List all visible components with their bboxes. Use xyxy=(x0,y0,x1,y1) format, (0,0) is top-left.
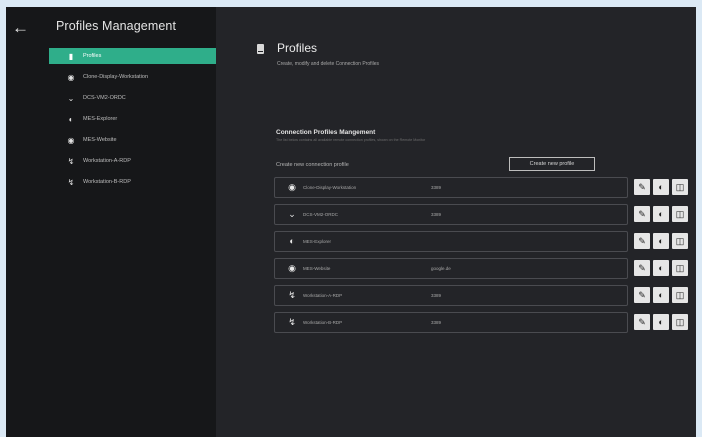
profile-name: DCS-VM2-ORDC xyxy=(303,212,339,217)
chevron-down-icon: ⌄ xyxy=(67,93,75,103)
profile-row[interactable]: ↯ Workstation-B-RDP 3389 xyxy=(274,312,628,333)
profile-value: 3389 xyxy=(431,320,442,325)
profile-name: Clone-Display-Workstation xyxy=(303,185,357,190)
sidebar-nav: ▮ Profiles ◉ Clone-Display-Workstation ⌄… xyxy=(49,48,217,195)
sidebar-item-label: Profiles xyxy=(83,53,102,59)
lightning-icon: ↯ xyxy=(288,290,296,300)
profile-row[interactable]: ⌄ DCS-VM2-ORDC 3389 xyxy=(274,204,628,225)
main-content: Profiles Create, modify and delete Conne… xyxy=(216,7,696,437)
document-icon xyxy=(257,44,264,54)
profile-value: 3389 xyxy=(431,293,442,298)
edit-icon[interactable]: ✎ xyxy=(634,206,650,222)
trash-icon[interactable]: ◫ xyxy=(672,206,688,222)
eye-icon: ◉ xyxy=(288,182,296,192)
profile-row[interactable]: ◉ Clone-Display-Workstation 3389 xyxy=(274,177,628,198)
sidebar-item-clone-display-workstation[interactable]: ◉ Clone-Display-Workstation xyxy=(49,69,217,85)
profile-name: MES-Website xyxy=(303,266,331,271)
edit-icon[interactable]: ✎ xyxy=(634,179,650,195)
edge-icon: ◐ xyxy=(289,236,295,246)
sidebar-item-mes-website[interactable]: ◉ MES-Website xyxy=(49,132,217,148)
profile-name: MES-Explorer xyxy=(303,239,332,244)
eye-icon: ◉ xyxy=(67,72,75,82)
list-item: ◐ MES-Explorer ✎ ◐ ◫ xyxy=(274,231,698,252)
page-subtitle: Create, modify and delete Connection Pro… xyxy=(277,61,380,67)
profile-name: Workstation-B-RDP xyxy=(303,320,343,325)
section-title: Connection Profiles Mangement xyxy=(276,129,376,136)
document-icon: ▮ xyxy=(68,51,74,61)
sidebar-item-dcs-vm2-ordc[interactable]: ⌄ DCS-VM2-ORDC xyxy=(49,90,217,106)
sidebar-item-mes-explorer[interactable]: ◐ MES-Explorer xyxy=(49,111,217,127)
copy-icon[interactable]: ◐ xyxy=(653,179,669,195)
sidebar-item-workstation-a-rdp[interactable]: ↯ Workstation-A-RDP xyxy=(49,153,217,169)
profile-list: ◉ Clone-Display-Workstation 3389 ✎ ◐ ◫ ⌄… xyxy=(274,177,698,339)
trash-icon[interactable]: ◫ xyxy=(672,233,688,249)
profile-value: google.de xyxy=(431,266,451,271)
copy-icon[interactable]: ◐ xyxy=(653,233,669,249)
edit-icon[interactable]: ✎ xyxy=(634,287,650,303)
app-title: Profiles Management xyxy=(56,19,177,33)
profile-row[interactable]: ◉ MES-Website google.de xyxy=(274,258,628,279)
globe-icon: ◉ xyxy=(288,263,296,273)
sidebar-item-label: DCS-VM2-ORDC xyxy=(83,95,126,101)
sidebar-item-label: MES-Explorer xyxy=(83,116,118,122)
app-window: ← Profiles Management ▮ Profiles ◉ Clone… xyxy=(6,7,696,437)
edit-icon[interactable]: ✎ xyxy=(634,314,650,330)
page-title: Profiles xyxy=(277,41,318,55)
trash-icon[interactable]: ◫ xyxy=(672,287,688,303)
edit-icon[interactable]: ✎ xyxy=(634,233,650,249)
chevron-down-icon: ⌄ xyxy=(288,209,296,219)
profile-name: Workstation-A-RDP xyxy=(303,293,343,298)
profile-value: 3389 xyxy=(431,185,442,190)
profile-row[interactable]: ◐ MES-Explorer xyxy=(274,231,628,252)
list-item: ⌄ DCS-VM2-ORDC 3389 ✎ ◐ ◫ xyxy=(274,204,698,225)
edit-icon[interactable]: ✎ xyxy=(634,260,650,276)
edge-icon: ◐ xyxy=(68,114,74,124)
create-profile-button[interactable]: Create new profile xyxy=(509,157,595,171)
copy-icon[interactable]: ◐ xyxy=(653,314,669,330)
sidebar-item-profiles[interactable]: ▮ Profiles xyxy=(49,48,217,64)
sidebar-item-label: MES-Website xyxy=(83,137,117,143)
list-item: ◉ Clone-Display-Workstation 3389 ✎ ◐ ◫ xyxy=(274,177,698,198)
trash-icon[interactable]: ◫ xyxy=(672,179,688,195)
lightning-icon: ↯ xyxy=(67,177,75,187)
list-item: ◉ MES-Website google.de ✎ ◐ ◫ xyxy=(274,258,698,279)
list-item: ↯ Workstation-A-RDP 3389 ✎ ◐ ◫ xyxy=(274,285,698,306)
trash-icon[interactable]: ◫ xyxy=(672,314,688,330)
sidebar-item-workstation-b-rdp[interactable]: ↯ Workstation-B-RDP xyxy=(49,174,217,190)
copy-icon[interactable]: ◐ xyxy=(653,287,669,303)
lightning-icon: ↯ xyxy=(67,156,75,166)
profile-value: 3389 xyxy=(431,212,442,217)
sidebar-item-label: Clone-Display-Workstation xyxy=(83,74,149,80)
sidebar-item-label: Workstation-B-RDP xyxy=(83,179,131,185)
back-arrow-icon[interactable]: ← xyxy=(12,19,30,37)
copy-icon[interactable]: ◐ xyxy=(653,206,669,222)
globe-icon: ◉ xyxy=(67,135,75,145)
trash-icon[interactable]: ◫ xyxy=(672,260,688,276)
sidebar: ← Profiles Management ▮ Profiles ◉ Clone… xyxy=(6,7,217,437)
section-description: The list below contains all available re… xyxy=(276,138,426,142)
sidebar-item-label: Workstation-A-RDP xyxy=(83,158,131,164)
lightning-icon: ↯ xyxy=(288,317,296,327)
list-item: ↯ Workstation-B-RDP 3389 ✎ ◐ ◫ xyxy=(274,312,698,333)
profile-row[interactable]: ↯ Workstation-A-RDP 3389 xyxy=(274,285,628,306)
create-profile-label: Create new connection profile xyxy=(276,162,349,168)
copy-icon[interactable]: ◐ xyxy=(653,260,669,276)
